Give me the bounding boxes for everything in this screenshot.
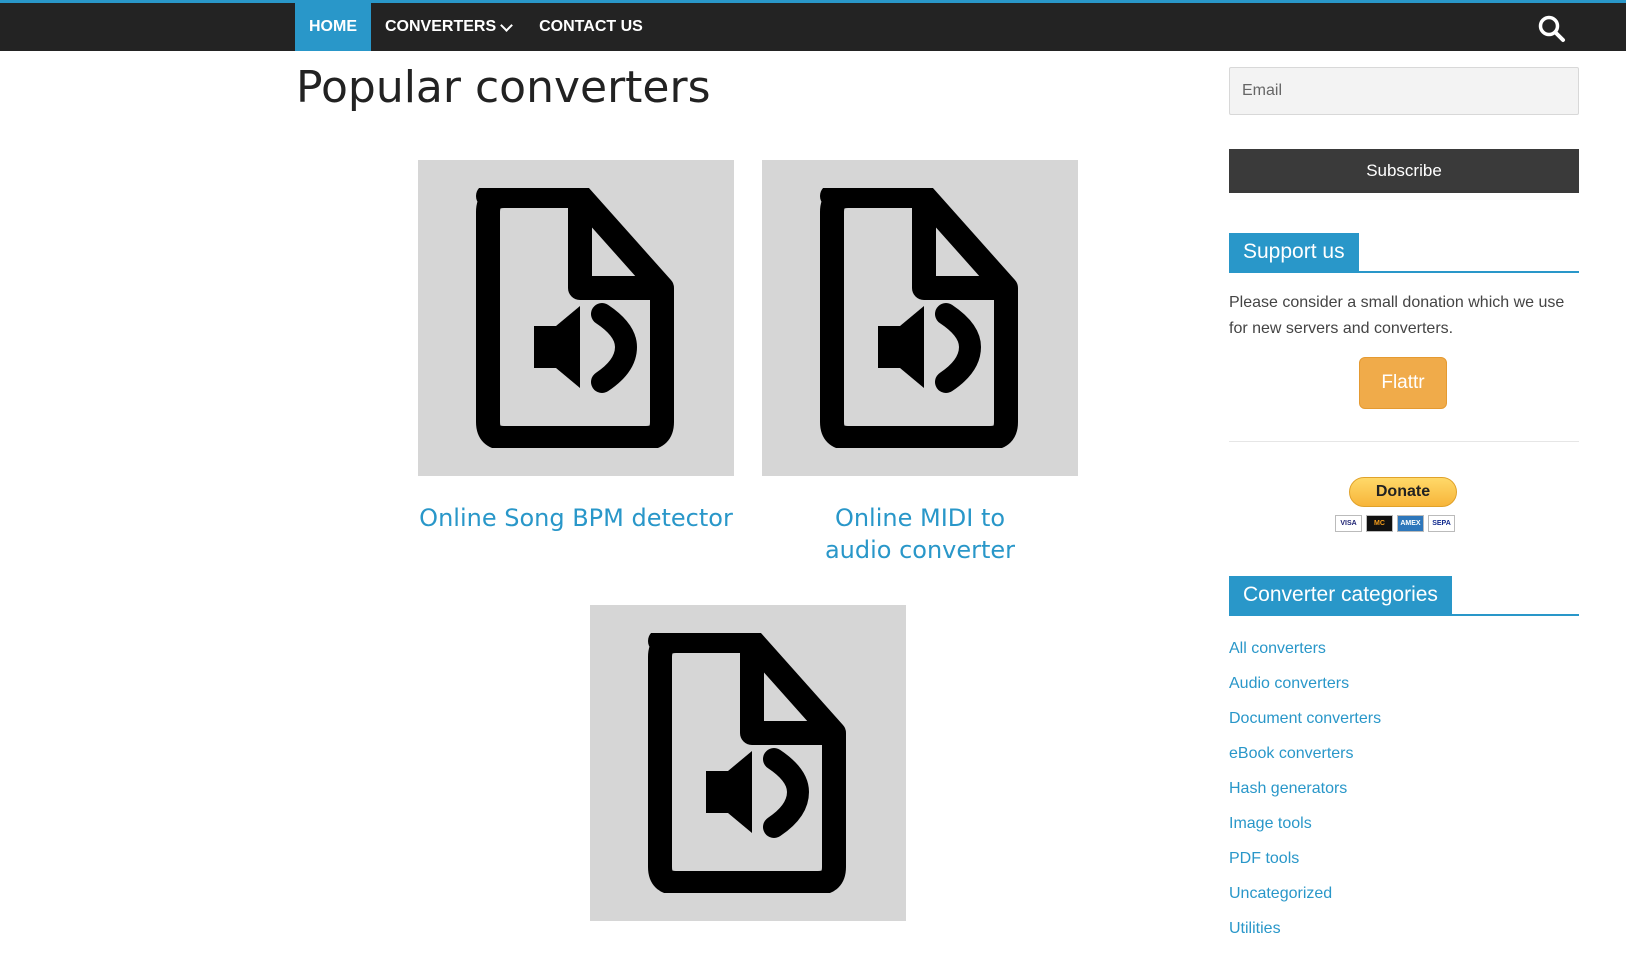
sidebar: Subscribe Support us Please consider a s… xyxy=(1229,67,1579,937)
list-item: eBook converters xyxy=(1229,743,1381,778)
sepa-icon: SEPA xyxy=(1428,515,1455,532)
converter-card-midi: Online MIDI to audio converter xyxy=(762,160,1078,566)
email-field[interactable] xyxy=(1229,67,1579,115)
amex-card-icon: AMEX xyxy=(1397,515,1424,532)
mastercard-icon: MC xyxy=(1366,515,1393,532)
donate-button[interactable]: Donate xyxy=(1349,477,1457,507)
category-link[interactable]: Document converters xyxy=(1229,710,1381,727)
category-link[interactable]: Utilities xyxy=(1229,920,1281,937)
list-item: Audio converters xyxy=(1229,673,1381,708)
converter-card-third xyxy=(590,605,906,921)
converter-card-bpm: Online Song BPM detector xyxy=(418,160,734,534)
nav-item-contact-us[interactable]: CONTACT US xyxy=(525,3,657,51)
category-link[interactable]: All converters xyxy=(1229,640,1326,657)
category-link[interactable]: Uncategorized xyxy=(1229,885,1332,902)
category-link[interactable]: Audio converters xyxy=(1229,675,1349,692)
converter-link-midi[interactable]: Online MIDI to audio converter xyxy=(762,502,1078,566)
list-item: Hash generators xyxy=(1229,778,1381,813)
support-us-heading: Support us xyxy=(1229,233,1579,273)
divider xyxy=(1229,441,1579,442)
list-item: PDF tools xyxy=(1229,848,1381,883)
list-item: Image tools xyxy=(1229,813,1381,848)
main-menu: HOME CONVERTERS CONTACT US xyxy=(295,3,657,51)
category-link[interactable]: eBook converters xyxy=(1229,745,1354,762)
audio-file-icon xyxy=(648,633,848,893)
converter-link-bpm[interactable]: Online Song BPM detector xyxy=(418,502,734,534)
converter-thumbnail[interactable] xyxy=(762,160,1078,476)
subscribe-button[interactable]: Subscribe xyxy=(1229,149,1579,193)
visa-card-icon: VISA xyxy=(1335,515,1362,532)
audio-file-icon xyxy=(820,188,1020,448)
nav-item-converters[interactable]: CONVERTERS xyxy=(371,3,525,51)
category-list: All converters Audio converters Document… xyxy=(1229,638,1381,953)
converter-thumbnail[interactable] xyxy=(590,605,906,921)
top-navigation-bar: HOME CONVERTERS CONTACT US xyxy=(0,0,1626,51)
converter-categories-heading: Converter categories xyxy=(1229,576,1579,616)
chevron-down-icon xyxy=(500,18,513,32)
nav-item-home[interactable]: HOME xyxy=(295,3,371,51)
list-item: Uncategorized xyxy=(1229,883,1381,918)
paypal-donate: Donate VISA MC AMEX SEPA xyxy=(1335,477,1475,541)
payment-methods: VISA MC AMEX SEPA xyxy=(1335,515,1455,532)
list-item: Utilities xyxy=(1229,918,1381,953)
page-title: Popular converters xyxy=(296,62,711,113)
audio-file-icon xyxy=(476,188,676,448)
category-link[interactable]: PDF tools xyxy=(1229,850,1299,867)
category-link[interactable]: Hash generators xyxy=(1229,780,1347,797)
converter-thumbnail[interactable] xyxy=(418,160,734,476)
list-item: Document converters xyxy=(1229,708,1381,743)
category-link[interactable]: Image tools xyxy=(1229,815,1312,832)
search-icon[interactable] xyxy=(1536,13,1568,45)
flattr-button[interactable]: Flattr xyxy=(1359,357,1447,409)
support-text: Please consider a small donation which w… xyxy=(1229,294,1565,337)
list-item: All converters xyxy=(1229,638,1381,673)
